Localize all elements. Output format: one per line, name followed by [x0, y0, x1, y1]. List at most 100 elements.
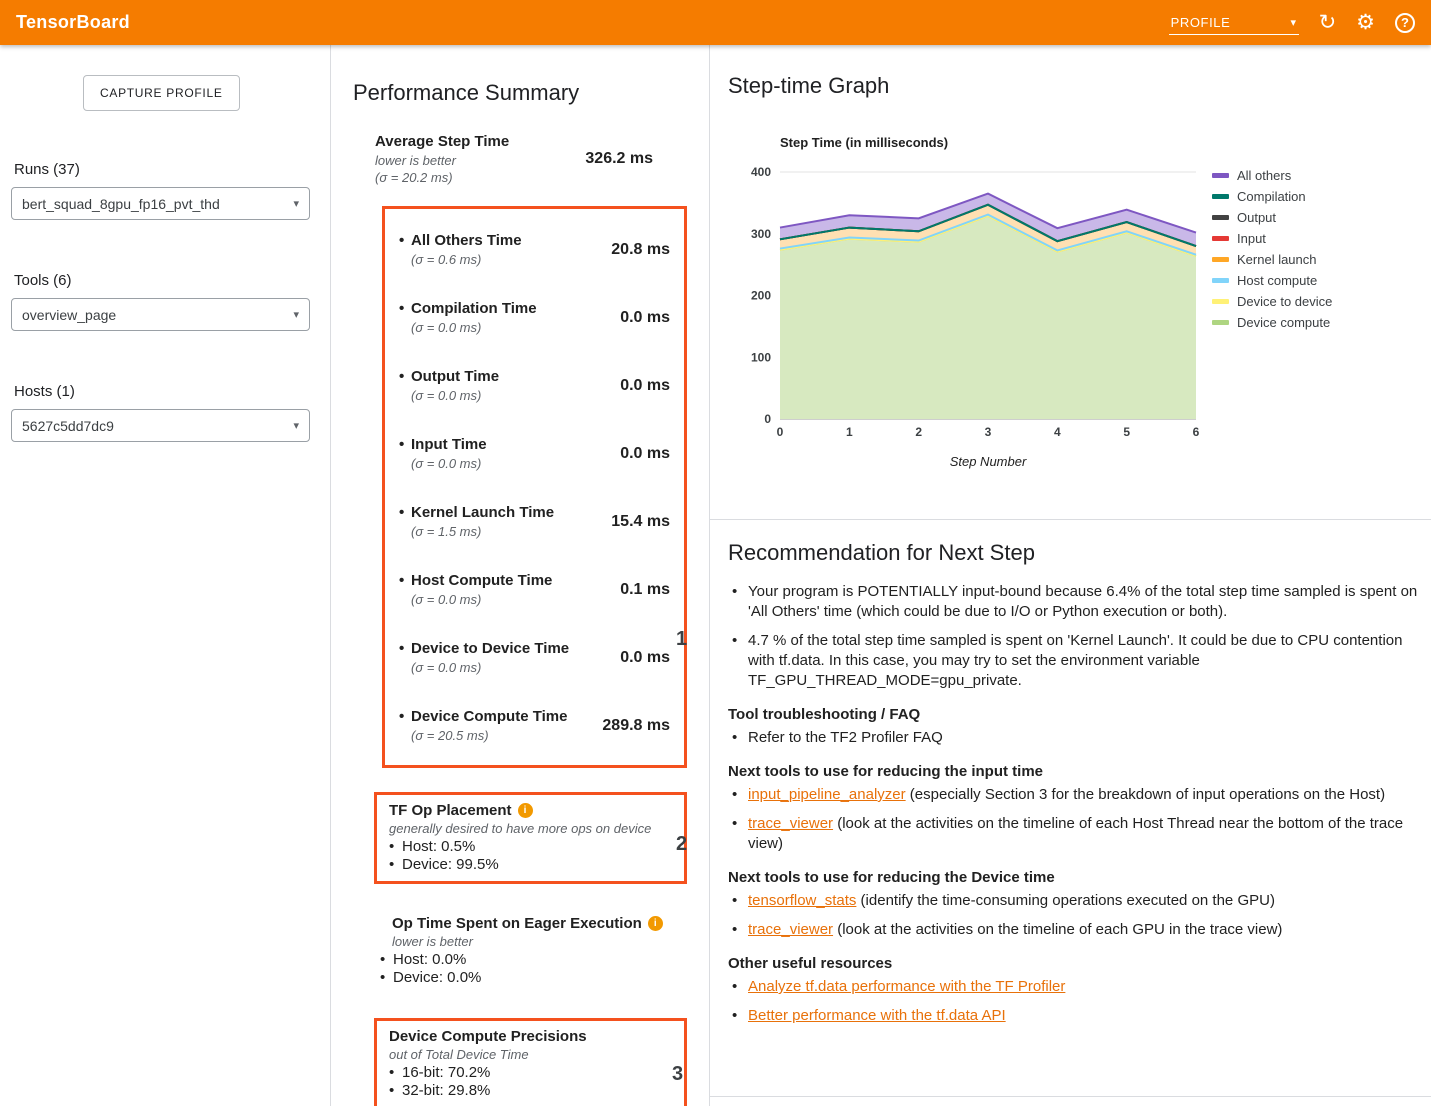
metric-row: • All Others Time (σ = 0.6 ms) 20.8 ms: [385, 215, 684, 283]
device-compute-precisions-title: Device Compute Precisions: [389, 1027, 587, 1046]
tf-op-placement-list: Host: 0.5% Device: 99.5%: [389, 838, 672, 874]
dashboard-select[interactable]: PROFILE ▾: [1169, 11, 1299, 35]
svg-text:2: 2: [915, 425, 922, 439]
reload-icon[interactable]: ↻: [1319, 12, 1337, 33]
info-icon[interactable]: i: [648, 916, 663, 931]
legend-swatch: [1212, 257, 1229, 262]
legend-item: All others: [1212, 169, 1332, 182]
device-compute-precisions-note: out of Total Device Time: [389, 1046, 672, 1063]
chevron-down-icon: ▾: [1290, 16, 1296, 29]
metric-value: 0.0 ms: [620, 649, 670, 667]
metric-name: All Others Time: [411, 231, 522, 251]
trace-viewer-link[interactable]: trace_viewer: [748, 921, 833, 938]
hosts-select[interactable]: 5627c5dd7dc9 ▾: [11, 409, 310, 442]
step-time-graph-title: Step-time Graph: [728, 73, 1431, 99]
input-pipeline-analyzer-link[interactable]: input_pipeline_analyzer: [748, 786, 906, 803]
trace-viewer-link[interactable]: trace_viewer: [748, 815, 833, 832]
input-tools-heading: Next tools to use for reducing the input…: [728, 763, 1431, 780]
section-divider: [710, 1096, 1431, 1097]
step-time-panel: Step-time Graph All others Compilation Out…: [710, 45, 1431, 1106]
metric-note: lower is better: [375, 152, 509, 169]
list-item: Device: 0.0%: [380, 969, 709, 987]
svg-text:0: 0: [777, 425, 784, 439]
svg-text:400: 400: [751, 165, 771, 179]
metric-value: 289.8 ms: [602, 717, 670, 735]
svg-text:0: 0: [764, 412, 771, 426]
eager-execution-block: Op Time Spent on Eager Execution i lower…: [380, 914, 709, 987]
list-item: Device: 99.5%: [389, 856, 672, 874]
legend-item: Output: [1212, 211, 1332, 224]
metric-name: Input Time: [411, 435, 487, 455]
list-item: Host: 0.5%: [389, 838, 672, 856]
annotation-box-2: TF Op Placement i generally desired to h…: [374, 792, 687, 884]
svg-text:6: 6: [1193, 425, 1200, 439]
resources-list: Analyze tf.data performance with the TF …: [728, 977, 1431, 1026]
eager-execution-title: Op Time Spent on Eager Execution: [392, 914, 642, 933]
header-actions: PROFILE ▾ ↻ ⚙ ?: [1169, 11, 1415, 35]
metric-row: • Device Compute Time (σ = 20.5 ms) 289.…: [385, 691, 684, 759]
tools-label: Tools (6): [14, 272, 330, 289]
legend-label: Device compute: [1237, 316, 1330, 329]
performance-summary-panel: Performance Summary Average Step Time lo…: [331, 45, 710, 1106]
tensorflow-stats-link[interactable]: tensorflow_stats: [748, 892, 856, 909]
runs-select[interactable]: bert_squad_8gpu_fp16_pvt_thd ▾: [11, 187, 310, 220]
metric-sigma: (σ = 0.0 ms): [411, 387, 499, 404]
list-item-text: (especially Section 3 for the breakdown …: [906, 786, 1385, 803]
list-item: Analyze tf.data performance with the TF …: [728, 977, 1418, 997]
metric-sigma: (σ = 0.0 ms): [411, 659, 569, 676]
annotation-number-1: 1: [676, 628, 687, 651]
metric-value: 0.0 ms: [620, 377, 670, 395]
capture-profile-button[interactable]: CAPTURE PROFILE: [83, 75, 240, 111]
hosts-label: Hosts (1): [14, 383, 330, 400]
metric-name: Compilation Time: [411, 299, 537, 319]
tfdata-api-link[interactable]: Better performance with the tf.data API: [748, 1007, 1006, 1024]
svg-text:1: 1: [846, 425, 853, 439]
legend-item: Compilation: [1212, 190, 1332, 203]
svg-text:5: 5: [1123, 425, 1130, 439]
legend-label: Output: [1237, 211, 1276, 224]
chevron-down-icon: ▾: [293, 308, 299, 321]
tfdata-performance-link[interactable]: Analyze tf.data performance with the TF …: [748, 978, 1065, 995]
legend-item: Device to device: [1212, 295, 1332, 308]
legend-swatch: [1212, 173, 1229, 178]
recommendation-list: Your program is POTENTIALLY input-bound …: [728, 582, 1431, 691]
metric-name: Device to Device Time: [411, 639, 569, 659]
step-time-chart-area: All othersCompilationOutputInputKernel l…: [728, 127, 1431, 483]
tf-op-placement-note: generally desired to have more ops on de…: [389, 820, 672, 837]
annotation-number-2: 2: [676, 833, 687, 856]
settings-icon[interactable]: ⚙: [1356, 12, 1375, 33]
list-item-text: (look at the activities on the timeline …: [833, 921, 1282, 938]
svg-text:4: 4: [1054, 425, 1061, 439]
help-icon[interactable]: ?: [1395, 13, 1415, 33]
runs-label: Runs (37): [14, 161, 330, 178]
bullet-icon: •: [399, 707, 411, 744]
svg-text:Step Time (in milliseconds): Step Time (in milliseconds): [780, 135, 948, 150]
main-layout: CAPTURE PROFILE Runs (37) bert_squad_8gp…: [0, 45, 1431, 1106]
info-icon[interactable]: i: [518, 803, 533, 818]
tools-select-value: overview_page: [22, 307, 287, 323]
legend-swatch: [1212, 194, 1229, 199]
average-step-time-row: Average Step Time lower is better (σ = 2…: [375, 132, 653, 186]
metric-name: Output Time: [411, 367, 499, 387]
device-compute-precisions-list: 16-bit: 70.2% 32-bit: 29.8%: [389, 1064, 672, 1100]
bullet-icon: •: [399, 231, 411, 268]
tf-op-placement-title: TF Op Placement: [389, 801, 512, 820]
recommendation-title: Recommendation for Next Step: [728, 540, 1431, 566]
metric-value: 20.8 ms: [611, 241, 670, 259]
recommendation-item: Your program is POTENTIALLY input-bound …: [728, 582, 1418, 622]
legend-swatch: [1212, 236, 1229, 241]
legend-label: Input: [1237, 232, 1266, 245]
metric-value: 326.2 ms: [585, 150, 653, 168]
metric-name: Kernel Launch Time: [411, 503, 554, 523]
app-header: TensorBoard PROFILE ▾ ↻ ⚙ ?: [0, 0, 1431, 45]
legend-swatch: [1212, 278, 1229, 283]
metric-name: Host Compute Time: [411, 571, 552, 591]
recommendation-section: Recommendation for Next Step Your progra…: [728, 540, 1431, 1026]
bullet-icon: •: [399, 435, 411, 472]
metric-row: • Compilation Time (σ = 0.0 ms) 0.0 ms: [385, 283, 684, 351]
runs-select-value: bert_squad_8gpu_fp16_pvt_thd: [22, 196, 287, 212]
metric-sigma: (σ = 1.5 ms): [411, 523, 554, 540]
metric-sigma: (σ = 0.0 ms): [411, 591, 552, 608]
tools-select[interactable]: overview_page ▾: [11, 298, 310, 331]
legend-swatch: [1212, 320, 1229, 325]
